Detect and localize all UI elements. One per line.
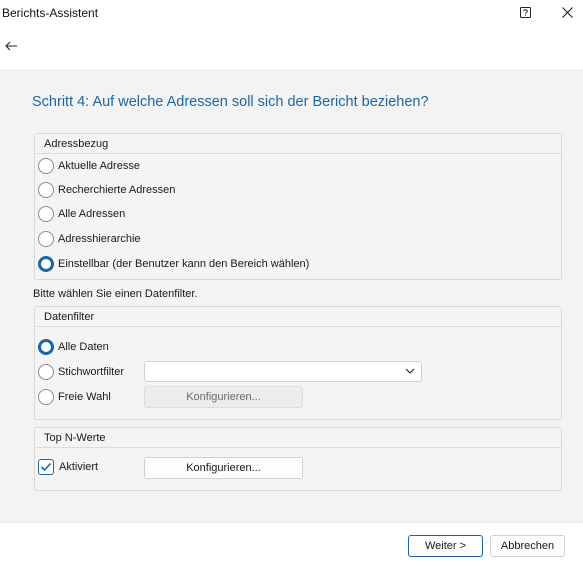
back-button[interactable] [2,38,20,54]
radio-freie-wahl[interactable]: Freie Wahl [38,388,111,406]
checkbox-indicator[interactable] [38,459,54,475]
radio-label: Alle Daten [58,341,109,353]
checkbox-label: Aktiviert [59,461,99,473]
radio-alle-adressen[interactable]: Alle Adressen [38,205,125,223]
window-title: Berichts-Assistent [2,6,99,20]
radio-adresshierarchie[interactable]: Adresshierarchie [38,230,141,248]
chevron-down-icon [405,368,415,374]
radio-indicator-selected[interactable] [38,256,54,272]
radio-recherchierte-adressen[interactable]: Recherchierte Adressen [38,181,175,199]
radio-aktuelle-adresse[interactable]: Aktuelle Adresse [38,157,140,175]
next-button[interactable]: Weiter > [408,535,483,557]
title-bar: Berichts-Assistent [0,0,583,26]
help-button[interactable] [513,2,537,22]
radio-indicator[interactable] [38,206,54,222]
radio-label: Recherchierte Adressen [58,184,176,196]
cancel-button[interactable]: Abbrechen [490,535,565,557]
radio-indicator[interactable] [38,231,54,247]
close-button[interactable] [555,2,579,22]
radio-stichwortfilter[interactable]: Stichwortfilter [38,363,124,381]
filter-hint: Bitte wählen Sie einen Datenfilter. [33,288,198,300]
top-n-header: Top N-Werte [35,428,561,448]
arrow-left-icon [4,41,17,51]
radio-indicator[interactable] [38,158,54,174]
radio-label: Alle Adressen [58,208,126,220]
radio-indicator-selected[interactable] [38,339,54,355]
radio-alle-daten[interactable]: Alle Daten [38,338,109,356]
radio-label: Einstellbar (der Benutzer kann den Berei… [58,258,310,270]
radio-label: Stichwortfilter [58,366,125,378]
datenfilter-header: Datenfilter [35,307,561,327]
checkmark-icon [40,462,52,472]
freie-wahl-configure-button[interactable]: Konfigurieren... [144,386,303,408]
radio-indicator[interactable] [38,389,54,405]
radio-indicator[interactable] [38,364,54,380]
radio-einstellbar[interactable]: Einstellbar (der Benutzer kann den Berei… [38,255,309,273]
radio-label: Adresshierarchie [58,233,141,245]
radio-label: Aktuelle Adresse [58,160,140,172]
radio-label: Freie Wahl [58,391,111,403]
checkbox-aktiviert[interactable]: Aktiviert [38,458,98,476]
top-n-configure-button[interactable]: Konfigurieren... [144,457,303,479]
help-icon [519,6,531,18]
radio-indicator[interactable] [38,182,54,198]
adressbezug-header: Adressbezug [35,134,561,154]
close-icon [561,6,573,18]
step-title: Schritt 4: Auf welche Adressen soll sich… [32,94,429,110]
header-area [0,26,583,70]
stichwortfilter-dropdown[interactable] [144,361,422,382]
